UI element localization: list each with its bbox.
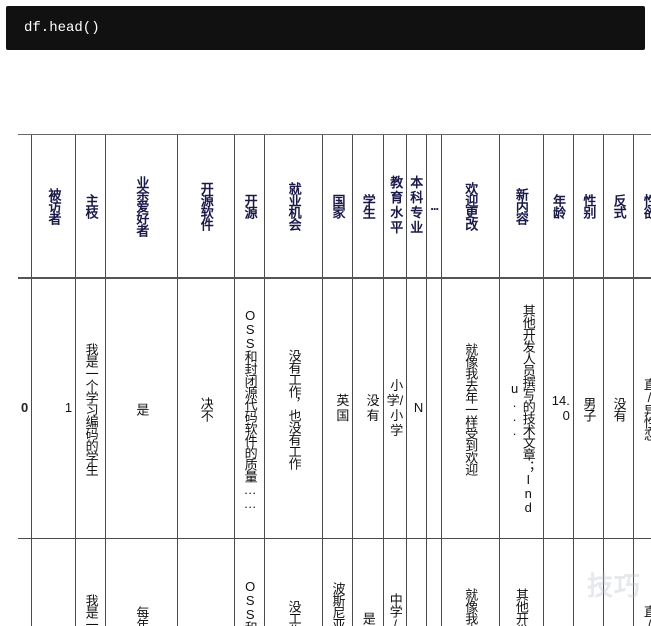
col-主枝: 主枝: [76, 135, 106, 278]
dataframe-table: 被访者 主枝 业余爱好者 开源软件 开源 就业机会 国家 学生 教育水平 本科专…: [18, 135, 651, 626]
cell: 每年: [106, 538, 177, 626]
cell-ellipsis: [427, 278, 442, 538]
cell: 14.0: [543, 278, 573, 538]
col-学生: 学生: [353, 135, 383, 278]
dataframe-output: 被访者 主枝 业余爱好者 开源软件 开源 就业机会 国家 学生 教育水平 本科专…: [18, 134, 651, 626]
cell: 就像我去年一样受到欢迎: [442, 278, 500, 538]
col-年龄: 年龄: [543, 135, 573, 278]
col-新内容: 新内容: [499, 135, 543, 278]
table-row: 0 1 我是一个学习编码的学生 是 决不 OSS和封闭源代码软件的质量…… 没有…: [18, 278, 651, 538]
cell: 决不: [177, 278, 235, 538]
cell: [543, 538, 573, 626]
col-教育水平: 教育水平: [383, 135, 407, 278]
cell: N: [407, 278, 427, 538]
watermark: 技巧: [587, 566, 641, 603]
col-国家: 国家: [323, 135, 353, 278]
cell-ellipsis: [427, 538, 442, 626]
col-反式: 反式: [604, 135, 634, 278]
cell: 英国: [323, 278, 353, 538]
cell: 中学/例: [383, 538, 407, 626]
cell: 男子: [573, 278, 603, 538]
cell: 我是一个学习编码的学生: [76, 278, 106, 538]
row-index: 0: [18, 278, 32, 538]
col-欢迎更改: 欢迎更改: [442, 135, 500, 278]
row-index: [18, 538, 32, 626]
col-开源: 开源: [235, 135, 265, 278]
output-area: 被访者 主枝 业余爱好者 开源软件 开源 就业机会 国家 学生 教育水平 本科专…: [0, 56, 651, 626]
cell: 我是一个: [76, 538, 106, 626]
col-就业机会: 就业机会: [265, 135, 323, 278]
header-row: 被访者 主枝 业余爱好者 开源软件 开源 就业机会 国家 学生 教育水平 本科专…: [18, 135, 651, 278]
cell: 没有: [353, 278, 383, 538]
code-source: df.head(): [24, 20, 100, 36]
index-header: [18, 135, 32, 278]
cell: 直/异性恋: [634, 278, 651, 538]
cell: 波斯尼亚和黑: [323, 538, 353, 626]
col-被访者: 被访者: [32, 135, 76, 278]
col-性欲: 性欲: [634, 135, 651, 278]
col-ellipsis: ...: [427, 135, 442, 278]
cell: OSS和封闭源代码软件的质量……: [235, 278, 265, 538]
cell: [32, 538, 76, 626]
cell: 就像我去年: [442, 538, 500, 626]
cell: 是: [353, 538, 383, 626]
cell: 没工作: [265, 538, 323, 626]
cell: 其他开发人: [499, 538, 543, 626]
cell: 没有工作，也没有工作: [265, 278, 323, 538]
code-input-cell[interactable]: df.head(): [6, 6, 645, 50]
cell: 没有: [604, 278, 634, 538]
col-开源软件: 开源软件: [177, 135, 235, 278]
table-row: 我是一个 每年 OSS和封源 没工作 波斯尼亚和黑 是 中学/例 就像我去年 其…: [18, 538, 651, 626]
cell: OSS和封源: [235, 538, 265, 626]
cell: 其他开发人员撰写的技术文章；Indu...: [499, 278, 543, 538]
cell: [177, 538, 235, 626]
cell: 是: [106, 278, 177, 538]
col-本科专业: 本科专业: [407, 135, 427, 278]
cell: [407, 538, 427, 626]
cell: 小学/小学: [383, 278, 407, 538]
col-业余爱好者: 业余爱好者: [106, 135, 177, 278]
col-性别: 性别: [573, 135, 603, 278]
cell: 1: [32, 278, 76, 538]
